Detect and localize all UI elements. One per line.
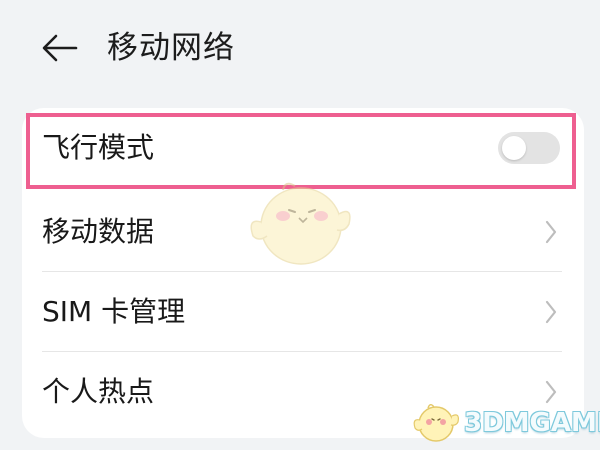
setting-label-sim-management: SIM 卡管理	[42, 295, 186, 328]
settings-card: 飞行模式 移动数据 SIM 卡管理 个人热点	[22, 108, 584, 438]
setting-label-personal-hotspot: 个人热点	[42, 375, 155, 408]
setting-label-mobile-data: 移动数据	[42, 215, 155, 248]
watermark-text: 3DMGAME	[464, 408, 600, 438]
watermark: 3DMGAME	[412, 400, 600, 446]
page-title: 移动网络	[107, 30, 235, 66]
arrow-left-icon	[42, 34, 78, 62]
setting-row-airplane-mode[interactable]: 飞行模式	[22, 108, 584, 188]
chevron-right-icon	[545, 300, 557, 324]
app-header: 移动网络	[0, 0, 600, 96]
mascot-watermark-icon	[250, 182, 351, 265]
mascot-bird-icon	[413, 404, 459, 442]
setting-row-sim-management[interactable]: SIM 卡管理	[22, 272, 584, 352]
airplane-mode-toggle[interactable]	[498, 132, 560, 164]
back-button[interactable]	[38, 28, 82, 68]
chevron-right-icon	[545, 220, 557, 244]
setting-label-airplane-mode: 飞行模式	[42, 131, 155, 164]
toggle-knob	[502, 136, 526, 160]
